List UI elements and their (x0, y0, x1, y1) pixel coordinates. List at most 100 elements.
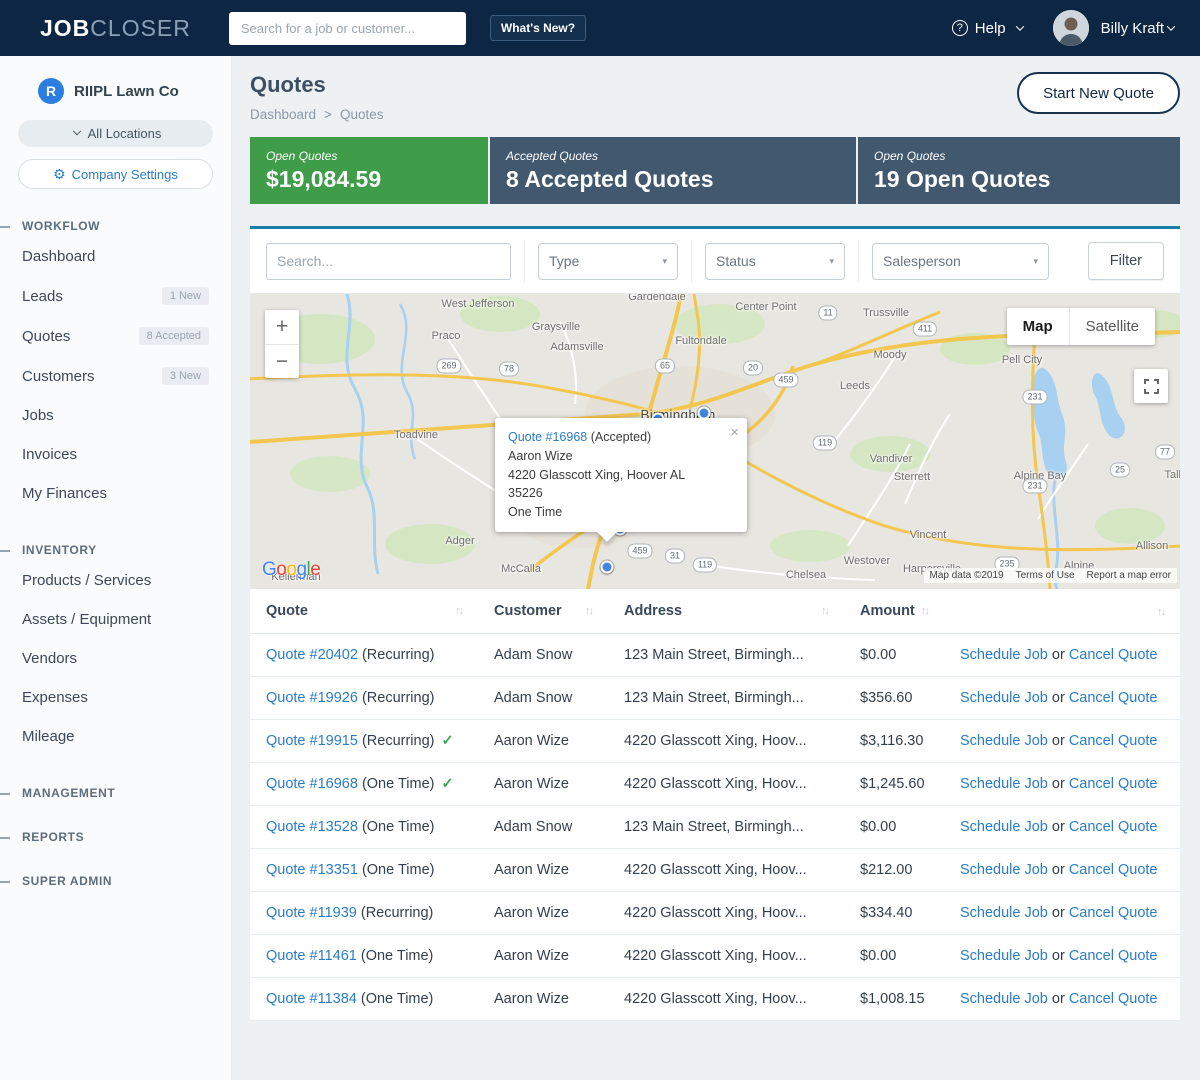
schedule-job-link[interactable]: Schedule Job (960, 991, 1048, 1007)
quote-link[interactable]: Quote #19926 (266, 690, 358, 706)
column-header-address[interactable]: Address↑↓ (608, 589, 844, 634)
column-label: Customer (494, 603, 562, 619)
map-town-label: Westover (844, 555, 890, 567)
cancel-quote-link[interactable]: Cancel Quote (1069, 776, 1158, 792)
stat-card[interactable]: Open Quotes $19,084.59 (250, 137, 488, 204)
info-window-frequency: One Time (508, 503, 721, 522)
road-shield: 77 (1155, 445, 1175, 460)
column-header-customer[interactable]: Customer↑↓ (478, 589, 608, 634)
fullscreen-button[interactable] (1134, 369, 1168, 403)
start-new-quote-button[interactable]: Start New Quote (1017, 72, 1180, 114)
filter-button[interactable]: Filter (1088, 242, 1164, 280)
salesperson-select[interactable]: Salesperson ▾ (872, 243, 1049, 280)
schedule-job-link[interactable]: Schedule Job (960, 819, 1048, 835)
table-row: Quote #11939 (Recurring)Aaron Wize4220 G… (250, 892, 1180, 935)
customer-cell: Adam Snow (478, 806, 608, 849)
table-row: Quote #13351 (One Time)Aaron Wize4220 Gl… (250, 849, 1180, 892)
address-cell: 4220 Glasscott Xing, Hoov... (608, 849, 844, 892)
map-town-label: Adamsville (550, 341, 603, 353)
customer-cell: Aaron Wize (478, 978, 608, 1021)
sidebar-item-vendors[interactable]: Vendors (0, 639, 231, 678)
schedule-job-link[interactable]: Schedule Job (960, 948, 1048, 964)
zoom-out-button[interactable]: − (265, 344, 299, 378)
global-search-input[interactable] (229, 12, 466, 45)
stat-card[interactable]: Open Quotes 19 Open Quotes (858, 137, 1180, 204)
terms-of-use-link[interactable]: Terms of Use (1016, 570, 1075, 581)
map-canvas[interactable]: GardendaleWest JeffersonCenter PointTrus… (250, 294, 1180, 589)
schedule-job-link[interactable]: Schedule Job (960, 905, 1048, 921)
sidebar-item-invoices[interactable]: Invoices (0, 435, 231, 474)
sidebar-item-dashboard[interactable]: Dashboard (0, 237, 231, 276)
quote-link[interactable]: Quote #11461 (266, 948, 357, 964)
actions-cell: Schedule Job or Cancel Quote (944, 978, 1180, 1021)
close-icon[interactable]: × (730, 422, 739, 445)
schedule-job-link[interactable]: Schedule Job (960, 647, 1048, 663)
amount-cell: $1,008.15 (844, 978, 944, 1021)
cancel-quote-link[interactable]: Cancel Quote (1069, 647, 1158, 663)
locations-dropdown[interactable]: All Locations (18, 120, 213, 147)
report-map-error-link[interactable]: Report a map error (1087, 570, 1171, 581)
sidebar-item-leads[interactable]: Leads1 New (0, 276, 231, 316)
cancel-quote-link[interactable]: Cancel Quote (1069, 733, 1158, 749)
cancel-quote-link[interactable]: Cancel Quote (1069, 819, 1158, 835)
info-window-quote-link[interactable]: Quote #16968 (508, 430, 587, 444)
stat-card[interactable]: Accepted Quotes 8 Accepted Quotes (490, 137, 856, 204)
map-view-button[interactable]: Map (1007, 308, 1069, 345)
company-settings-button[interactable]: ⚙ Company Settings (18, 159, 213, 189)
sidebar-item-quotes[interactable]: Quotes8 Accepted (0, 316, 231, 356)
stats-row: Open Quotes $19,084.59 Accepted Quotes 8… (250, 137, 1180, 204)
sidebar-item-assets-equipment[interactable]: Assets / Equipment (0, 600, 231, 639)
nav-section-super-admin: SUPER ADMIN (0, 874, 231, 888)
quote-link[interactable]: Quote #11384 (266, 991, 357, 1007)
cancel-quote-link[interactable]: Cancel Quote (1069, 948, 1158, 964)
column-header-quote[interactable]: Quote↑↓ (250, 589, 478, 634)
cancel-quote-link[interactable]: Cancel Quote (1069, 862, 1158, 878)
quote-link[interactable]: Quote #13351 (266, 862, 358, 878)
quote-link[interactable]: Quote #19915 (266, 733, 358, 749)
quote-link[interactable]: Quote #16968 (266, 776, 358, 792)
info-window-customer: Aaron Wize (508, 447, 721, 466)
satellite-view-button[interactable]: Satellite (1069, 308, 1155, 345)
sidebar-item-products-services[interactable]: Products / Services (0, 561, 231, 600)
sidebar-item-customers[interactable]: Customers3 New (0, 356, 231, 396)
user-avatar[interactable] (1053, 10, 1089, 46)
road-shield: 459 (773, 373, 798, 388)
schedule-job-link[interactable]: Schedule Job (960, 690, 1048, 706)
cancel-quote-link[interactable]: Cancel Quote (1069, 991, 1158, 1007)
quote-link[interactable]: Quote #20402 (266, 647, 358, 663)
cancel-quote-link[interactable]: Cancel Quote (1069, 690, 1158, 706)
schedule-job-link[interactable]: Schedule Job (960, 776, 1048, 792)
zoom-in-button[interactable]: + (265, 310, 299, 344)
schedule-job-link[interactable]: Schedule Job (960, 733, 1048, 749)
column-label: Amount (860, 603, 915, 619)
accepted-check-icon: ✓ (441, 776, 453, 792)
whats-new-button[interactable]: What's New? (490, 15, 586, 41)
quotes-search-input[interactable] (266, 243, 511, 280)
cancel-quote-link[interactable]: Cancel Quote (1069, 905, 1158, 921)
sidebar-item-jobs[interactable]: Jobs (0, 396, 231, 435)
help-menu[interactable]: ? Help (952, 20, 1023, 37)
sidebar-item-label: Assets / Equipment (22, 611, 151, 628)
user-menu[interactable]: Billy Kraft (1101, 20, 1174, 37)
filter-separator (858, 240, 859, 282)
status-select[interactable]: Status ▾ (705, 243, 845, 280)
customer-cell: Aaron Wize (478, 892, 608, 935)
logo-secondary: CLOSER (90, 15, 191, 41)
quote-type-label: (One Time) (362, 819, 435, 835)
sidebar-item-my-finances[interactable]: My Finances (0, 474, 231, 513)
stat-value: $19,084.59 (266, 166, 472, 193)
column-header-actions[interactable]: ↑↓ (944, 589, 1180, 634)
filter-separator (691, 240, 692, 282)
quote-link[interactable]: Quote #11939 (266, 905, 357, 921)
map-marker[interactable] (601, 561, 614, 574)
quotes-table: Quote↑↓Customer↑↓Address↑↓Amount↑↓↑↓ Quo… (250, 589, 1180, 1021)
schedule-job-link[interactable]: Schedule Job (960, 862, 1048, 878)
sidebar-item-mileage[interactable]: Mileage (0, 717, 231, 756)
breadcrumb-dashboard[interactable]: Dashboard (250, 107, 316, 122)
quote-link[interactable]: Quote #13528 (266, 819, 358, 835)
quote-cell: Quote #13351 (One Time) (250, 849, 478, 892)
column-header-amount[interactable]: Amount↑↓ (844, 589, 944, 634)
type-select[interactable]: Type ▾ (538, 243, 678, 280)
sidebar-item-expenses[interactable]: Expenses (0, 678, 231, 717)
actions-cell: Schedule Job or Cancel Quote (944, 806, 1180, 849)
